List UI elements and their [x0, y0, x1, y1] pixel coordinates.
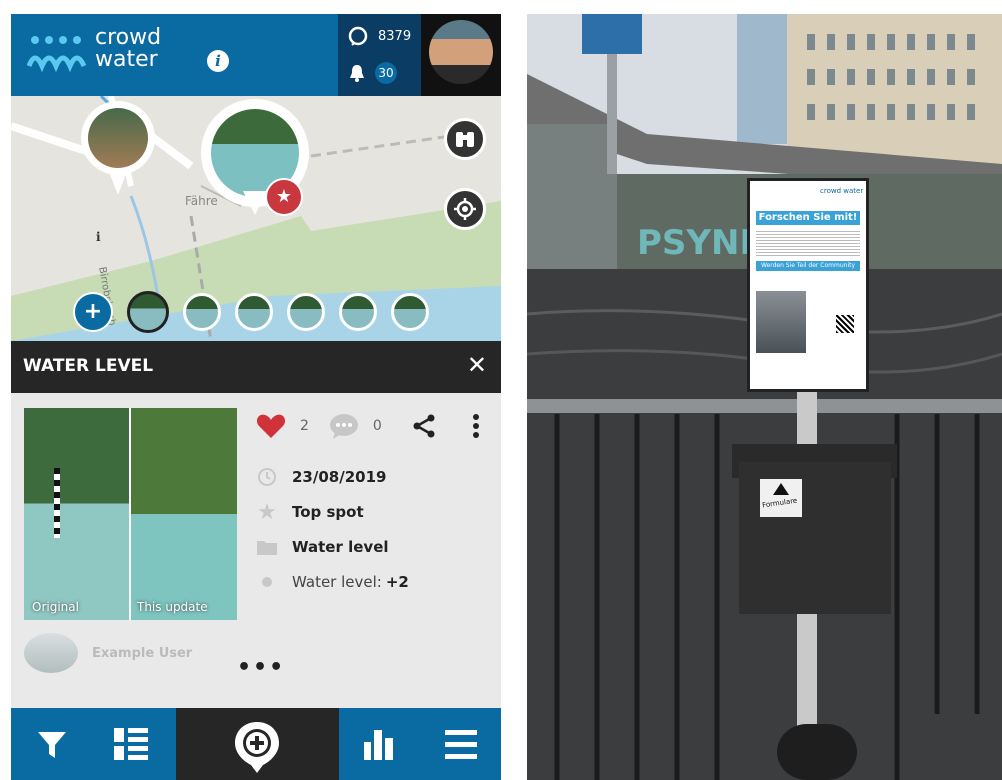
crowdwater-logo-icon — [27, 36, 87, 72]
level-value: +2 — [385, 573, 409, 591]
timeline-thumbnail[interactable] — [183, 293, 221, 331]
logo-line2: water — [95, 47, 158, 72]
sign-logo: crowd water — [820, 187, 864, 195]
category-row: Water level — [256, 536, 389, 558]
clock-icon — [256, 466, 278, 488]
comparison-photo[interactable]: Original This update — [24, 408, 237, 620]
user-stats: 8379 30 — [338, 14, 421, 96]
panel-header: WATER LEVEL ✕ — [11, 341, 501, 393]
panel-title: WATER LEVEL — [23, 356, 154, 376]
add-icon: + — [83, 299, 103, 324]
profile-avatar[interactable] — [421, 14, 501, 96]
pin-photo — [88, 108, 148, 168]
timeline-thumbnail[interactable] — [391, 293, 429, 331]
date-value: 23/08/2019 — [292, 468, 387, 486]
sign-subheading: Werden Sie Teil der Community — [756, 261, 860, 271]
staff-gauge — [54, 468, 60, 538]
comments-count: 0 — [372, 418, 382, 434]
notifications-button[interactable]: 30 — [348, 62, 397, 84]
mailbox-label-text: Formulare — [761, 496, 798, 510]
filter-icon[interactable] — [37, 730, 67, 760]
bell-icon — [350, 65, 364, 82]
sign-heading: Forschen Sie mit! — [756, 211, 860, 225]
star-icon: ★ — [265, 178, 303, 216]
category-value: Water level — [292, 538, 389, 556]
action-bar: 2 0 — [256, 413, 480, 439]
locate-icon — [454, 198, 476, 220]
checkmark-icon — [348, 26, 368, 46]
svg-text:PSYNE: PSYNE — [637, 223, 763, 263]
original-photo — [24, 408, 129, 620]
crowdwater-logo: crowd water — [27, 26, 161, 72]
dot-icon — [256, 571, 278, 593]
observation-detail: Original This update 2 0 23/08/2019 ★ To… — [11, 393, 501, 708]
user-avatar — [24, 633, 78, 673]
add-photo-button[interactable]: + — [73, 292, 113, 332]
list-icon[interactable] — [114, 728, 150, 760]
points-count: 8379 — [378, 28, 412, 44]
timeline-thumbnail[interactable] — [235, 293, 273, 331]
add-location-icon[interactable] — [233, 720, 281, 774]
original-label: Original — [32, 600, 79, 614]
field-photo: PSYNE crowd water Forschen Sie mit! Werd… — [527, 14, 1002, 780]
sign-photo — [756, 291, 806, 353]
timeline-thumbnail[interactable] — [287, 293, 325, 331]
menu-icon[interactable] — [445, 730, 477, 760]
close-icon[interactable]: ✕ — [467, 351, 487, 379]
svg-text:i: i — [96, 230, 101, 244]
bottom-nav — [11, 708, 501, 780]
info-icon[interactable]: i — [207, 50, 229, 72]
map-street-label: Fähre — [185, 194, 218, 208]
field-photo-scene: PSYNE — [527, 14, 1002, 780]
sign-text-block — [756, 229, 860, 257]
app-screen: crowd water i 8379 30 i Fähre Birrobsbac… — [11, 14, 501, 780]
thumbnail-strip: + — [73, 291, 443, 333]
spot-value: Top spot — [292, 503, 364, 521]
app-header: crowd water i 8379 30 — [11, 14, 501, 96]
mailbox-label: Formulare — [760, 479, 802, 517]
sign-qr — [836, 315, 854, 333]
more-button[interactable]: ••• — [237, 655, 285, 680]
map-pin-selected[interactable]: ★ — [201, 99, 309, 216]
logo-line1: crowd — [95, 25, 162, 50]
binoculars-button[interactable] — [444, 118, 486, 160]
level-row: Water level: +2 — [256, 571, 409, 593]
update-photo — [131, 408, 237, 620]
timeline-thumbnail[interactable] — [339, 293, 377, 331]
star-icon: ★ — [257, 499, 277, 525]
heart-icon[interactable] — [256, 413, 286, 439]
map-view[interactable]: i Fähre Birrobsbach ★ + — [11, 96, 501, 341]
binoculars-icon — [456, 132, 474, 147]
comment-icon[interactable] — [329, 413, 359, 439]
level-label: Water level: — [292, 573, 382, 591]
notifications-badge: 30 — [375, 62, 397, 84]
info-sign: crowd water Forschen Sie mit! Werden Sie… — [747, 178, 869, 392]
map-pin-secondary[interactable] — [81, 101, 155, 195]
user-row[interactable]: Example User — [24, 633, 192, 673]
locate-button[interactable] — [444, 188, 486, 230]
update-label: This update — [137, 600, 208, 614]
triangle-icon — [773, 483, 789, 495]
timeline-thumbnail[interactable] — [127, 291, 169, 333]
user-name: Example User — [92, 645, 193, 661]
date-row: 23/08/2019 — [256, 466, 386, 488]
share-icon[interactable] — [412, 414, 436, 438]
avatar-photo — [429, 20, 493, 84]
kebab-icon[interactable] — [472, 413, 480, 439]
chart-icon[interactable] — [364, 730, 394, 760]
likes-count: 2 — [300, 418, 309, 434]
spot-row: ★ Top spot — [256, 499, 364, 525]
folder-icon — [256, 536, 278, 558]
